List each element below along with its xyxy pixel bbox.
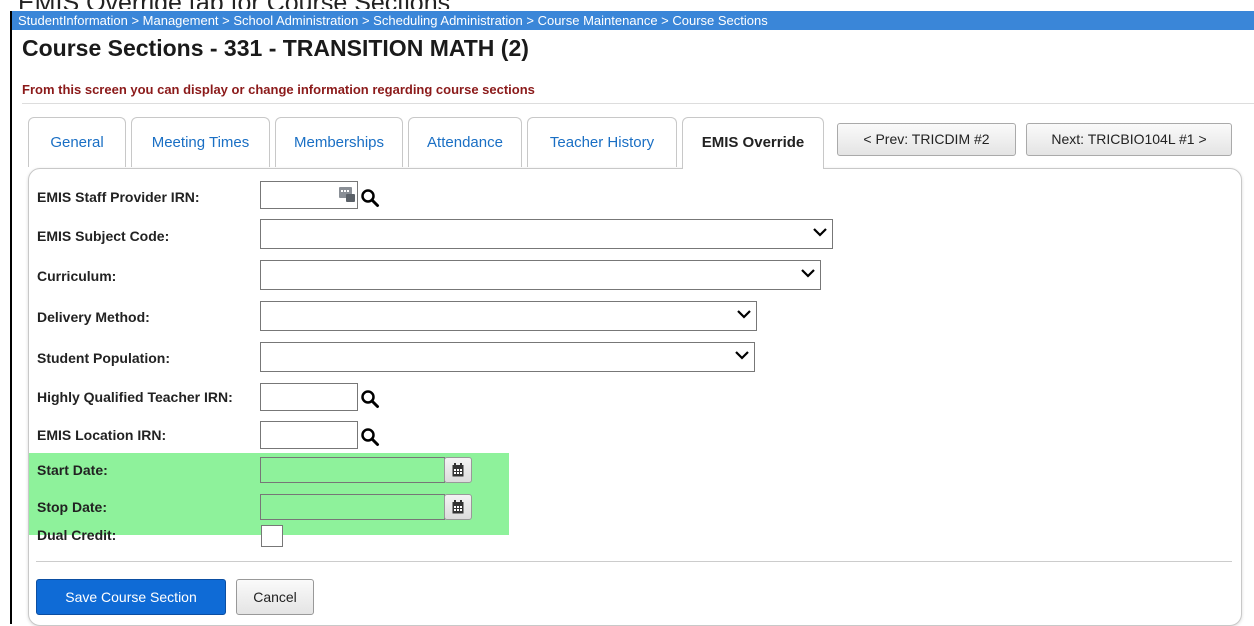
calendar-icon[interactable] — [444, 494, 472, 520]
save-course-section-button[interactable]: Save Course Section — [36, 579, 226, 615]
prev-section-button[interactable]: < Prev: TRICDIM #2 — [837, 123, 1016, 156]
stop-date-label: Stop Date: — [37, 499, 107, 515]
tab-meeting-times[interactable]: Meeting Times — [131, 117, 270, 167]
app-window: StudentInformation > Management > School… — [10, 11, 1254, 626]
page-title: Course Sections - 331 - TRANSITION MATH … — [22, 35, 529, 61]
chevron-down-icon — [737, 310, 751, 319]
tab-general[interactable]: General — [28, 117, 126, 167]
dual-credit-checkbox[interactable] — [261, 525, 283, 547]
search-icon[interactable] — [360, 389, 380, 409]
start-date-input[interactable] — [260, 457, 445, 483]
stop-date-input[interactable] — [260, 494, 445, 520]
subject-code-label: EMIS Subject Code: — [37, 228, 170, 244]
subject-code-select[interactable] — [260, 219, 833, 249]
location-irn-label: EMIS Location IRN: — [37, 427, 167, 443]
hq-teacher-irn-input[interactable] — [260, 383, 358, 411]
chevron-down-icon — [801, 269, 815, 278]
student-population-label: Student Population: — [37, 350, 170, 366]
chevron-down-icon — [735, 351, 749, 360]
dual-credit-label: Dual Credit: — [37, 527, 117, 543]
hq-teacher-irn-label: Highly Qualified Teacher IRN: — [37, 389, 233, 405]
search-icon[interactable] — [360, 188, 380, 208]
curriculum-label: Curriculum: — [37, 268, 117, 284]
tab-attendance[interactable]: Attendance — [408, 117, 522, 167]
figure-caption: EMIS Override tab for Course Sections — [18, 0, 450, 9]
breadcrumb[interactable]: StudentInformation > Management > School… — [12, 11, 1254, 30]
tab-memberships[interactable]: Memberships — [275, 117, 403, 167]
delivery-method-select[interactable] — [260, 301, 757, 331]
staff-provider-irn-label: EMIS Staff Provider IRN: — [37, 189, 200, 205]
start-date-label: Start Date: — [37, 462, 108, 478]
calendar-icon[interactable] — [444, 457, 472, 483]
student-population-select[interactable] — [260, 342, 755, 372]
divider — [22, 103, 1254, 104]
page-subtitle: From this screen you can display or chan… — [22, 82, 535, 97]
delivery-method-label: Delivery Method: — [37, 309, 150, 325]
divider — [36, 561, 1232, 562]
search-icon[interactable] — [360, 427, 380, 447]
tab-emis-override[interactable]: EMIS Override — [682, 117, 824, 169]
location-irn-input[interactable] — [260, 421, 358, 449]
staff-lookup-icon[interactable] — [338, 185, 356, 203]
curriculum-select[interactable] — [260, 260, 821, 290]
cancel-button[interactable]: Cancel — [236, 579, 314, 615]
tab-teacher-history[interactable]: Teacher History — [527, 117, 677, 167]
chevron-down-icon — [813, 228, 827, 237]
next-section-button[interactable]: Next: TRICBIO104L #1 > — [1026, 123, 1232, 156]
